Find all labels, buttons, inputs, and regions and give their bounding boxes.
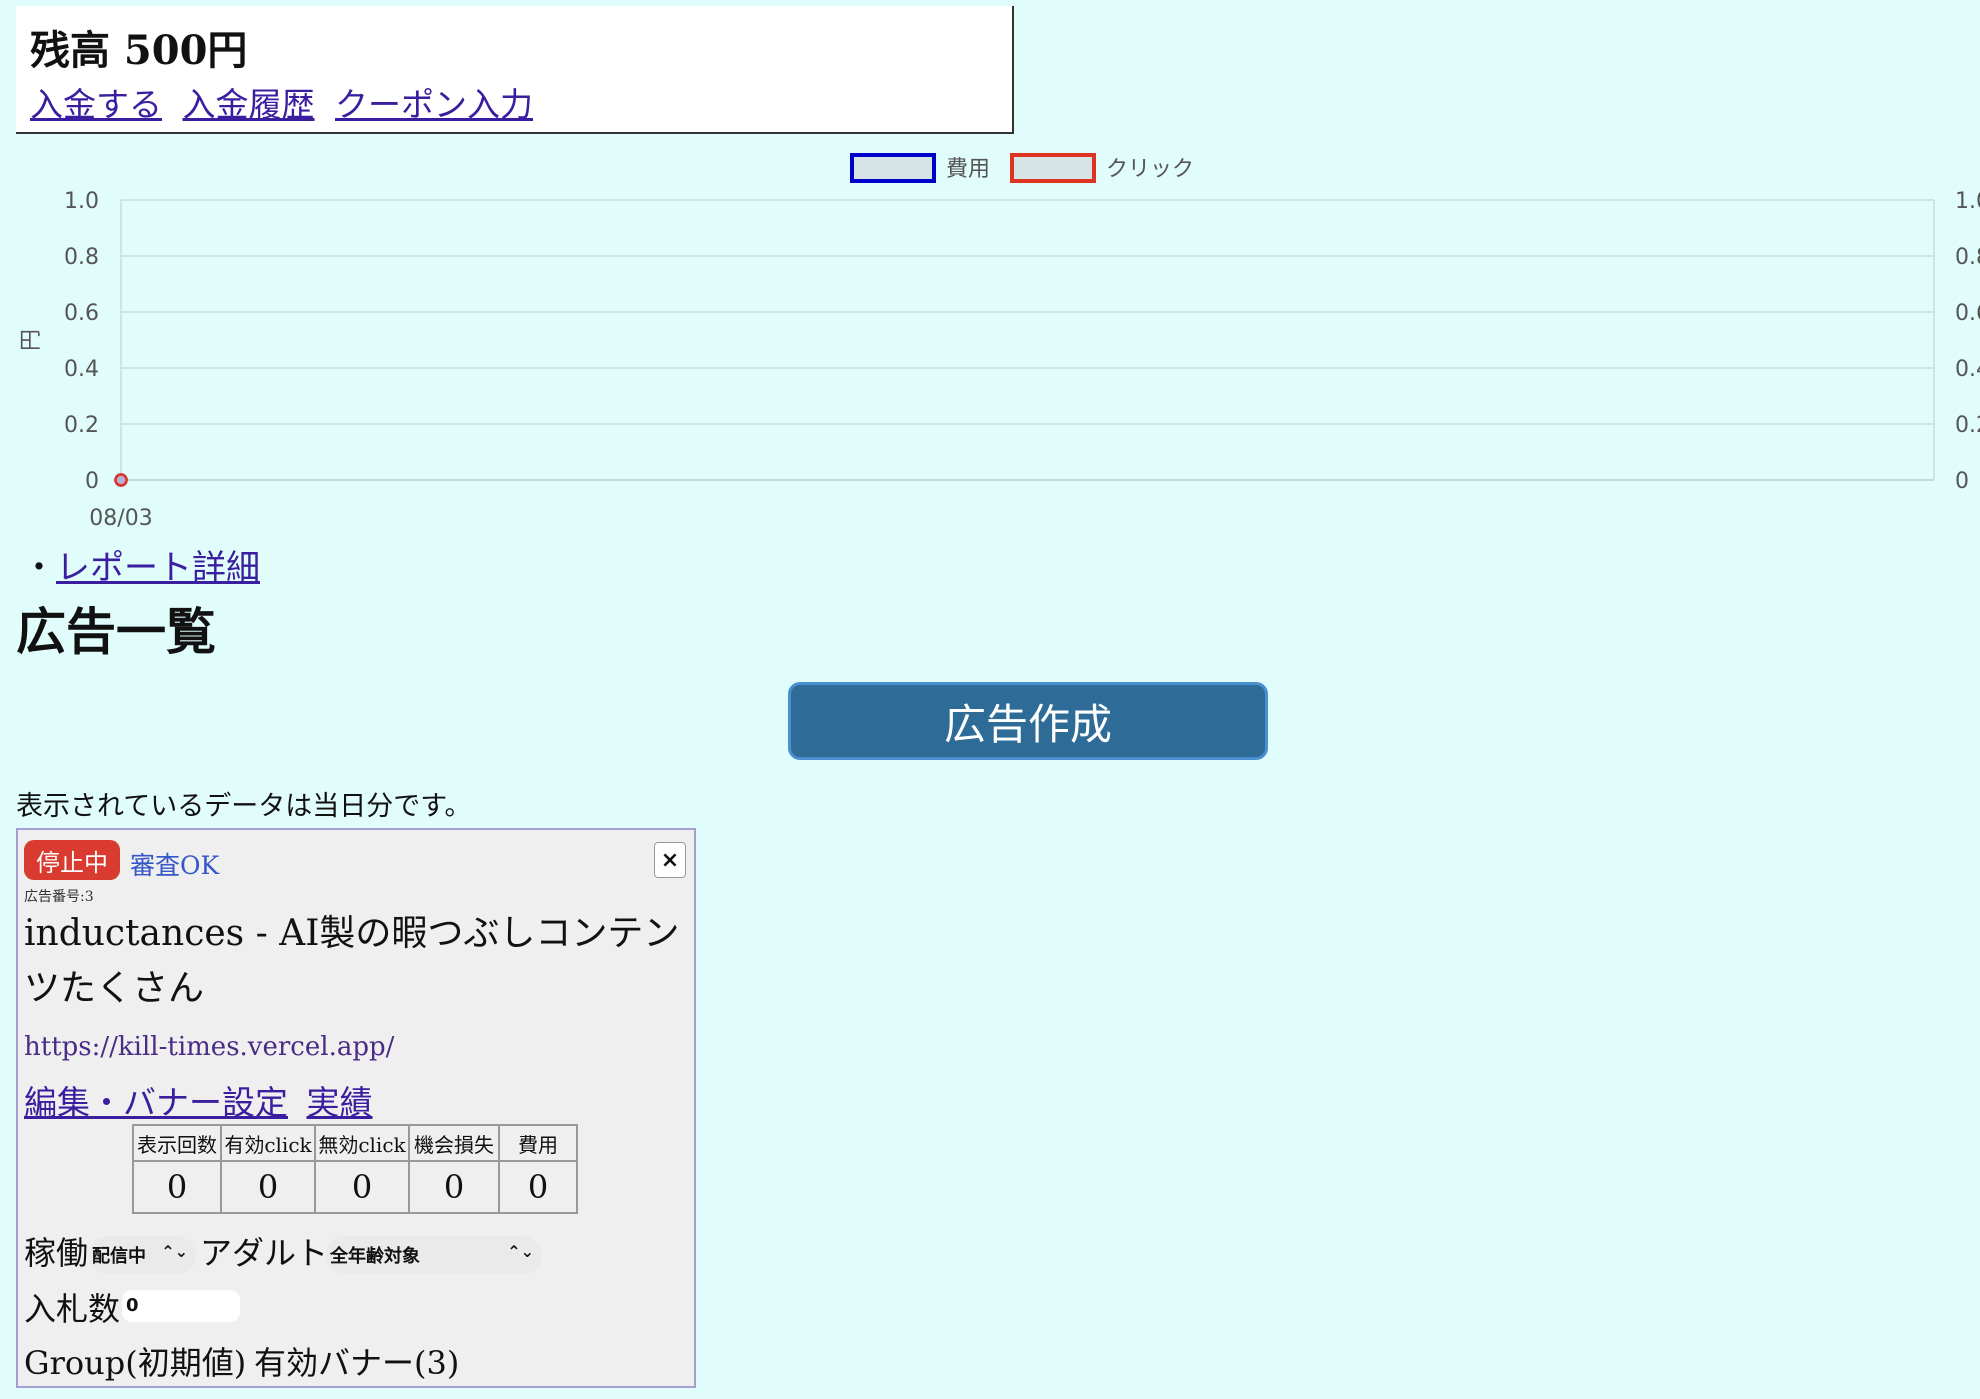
right-y-tick-label: 0.6 <box>1955 301 1980 326</box>
ad-links: 編集・バナー設定 実績 <box>24 1076 381 1124</box>
ad-list-title: 広告一覧 <box>16 602 216 661</box>
report-detail-row: ・レポート詳細 <box>22 540 260 589</box>
operation-label: 稼働 <box>24 1234 89 1272</box>
bullet: ・ <box>22 548 56 588</box>
legend-swatch <box>1010 153 1096 183</box>
chevron-updown-icon: ⌃⌄ <box>161 1242 188 1261</box>
ad-url: https://kill-times.vercel.app/ <box>24 1032 395 1062</box>
create-ad-button[interactable]: 広告作成 <box>788 682 1268 760</box>
y-tick-label: 1.0 <box>64 189 99 214</box>
adult-label: アダルト <box>200 1234 329 1272</box>
performance-link[interactable]: 実績 <box>307 1083 373 1122</box>
stats-value: 0 <box>498 1160 578 1214</box>
right-y-tick-label: 0.8 <box>1955 245 1980 270</box>
bid-input[interactable]: 0 <box>122 1290 240 1322</box>
stats-header: 有効click <box>220 1124 316 1162</box>
status-badge[interactable]: 停止中 <box>24 840 120 880</box>
right-y-tick-label: 0.2 <box>1955 413 1980 438</box>
y-tick-label: 0 <box>85 469 99 494</box>
adult-select[interactable]: 全年齢対象 ⌃⌄ <box>326 1236 542 1274</box>
balance-panel: 残高 500円 入金する 入金履歴 クーポン入力 <box>16 6 1014 134</box>
balance-title: 残高 500円 <box>30 27 248 74</box>
bid-label: 入札数 <box>24 1290 121 1328</box>
data-point <box>114 473 128 487</box>
active-banners-label: 有効バナー(3) <box>254 1344 460 1382</box>
operation-select[interactable]: 配信中 ⌃⌄ <box>88 1236 196 1274</box>
group-label: Group(初期値) <box>24 1344 247 1382</box>
legend-label: 費用 <box>946 157 990 182</box>
report-detail-link[interactable]: レポート詳細 <box>56 548 260 588</box>
legend-label: クリック <box>1106 157 1194 182</box>
right-y-tick-label: 0 <box>1955 469 1969 494</box>
stats-value: 0 <box>314 1160 410 1214</box>
right-y-tick-label: 1.0 <box>1955 189 1980 214</box>
ad-number: 広告番号:3 <box>24 889 94 905</box>
y-axis-label: 円 <box>19 329 44 351</box>
deposit-link[interactable]: 入金する <box>30 85 162 124</box>
stats-table: 表示回数 有効click 無効click 機会損失 費用 0 0 0 0 0 <box>132 1124 578 1214</box>
stats-value: 0 <box>220 1160 316 1214</box>
stats-value: 0 <box>132 1160 222 1214</box>
stats-header-row: 表示回数 有効click 無効click 機会損失 費用 <box>132 1124 578 1162</box>
stats-value-row: 0 0 0 0 0 <box>132 1160 578 1214</box>
legend-swatch <box>850 153 936 183</box>
coupon-link[interactable]: クーポン入力 <box>335 85 533 124</box>
operation-select-value: 配信中 <box>92 1246 146 1267</box>
chevron-updown-icon: ⌃⌄ <box>507 1242 534 1261</box>
stats-header: 費用 <box>498 1124 578 1162</box>
edit-banner-link[interactable]: 編集・バナー設定 <box>24 1083 288 1122</box>
y-tick-label: 0.8 <box>64 245 99 270</box>
stats-header: 表示回数 <box>132 1124 222 1162</box>
y-tick-label: 0.4 <box>64 357 99 382</box>
data-note: 表示されているデータは当日分です。 <box>16 791 472 822</box>
close-icon[interactable]: × <box>654 842 686 878</box>
ad-card: 停止中 審査OK × 広告番号:3 inductances - AI製の暇つぶし… <box>16 828 696 1388</box>
ad-title: inductances - AI製の暇つぶしコンテンツたくさん <box>24 913 680 1009</box>
balance-links: 入金する 入金履歴 クーポン入力 <box>30 78 543 126</box>
right-y-tick-label: 0.4 <box>1955 357 1980 382</box>
deposit-history-link[interactable]: 入金履歴 <box>183 85 315 124</box>
adult-select-value: 全年齢対象 <box>330 1246 420 1267</box>
stats-header: 無効click <box>314 1124 410 1162</box>
report-chart: 費用 クリック 1.0 1.0 0.8 0.8 0.6 0.6 0.4 0.4 0.2 0.2 0 0 円 0… <box>19 153 1980 530</box>
stats-header: 機会損失 <box>408 1124 500 1162</box>
stats-value: 0 <box>408 1160 500 1214</box>
x-tick-label: 08/03 <box>89 506 152 530</box>
y-tick-label: 0.6 <box>64 301 99 326</box>
y-tick-label: 0.2 <box>64 413 99 438</box>
review-status: 審査OK <box>130 851 220 880</box>
